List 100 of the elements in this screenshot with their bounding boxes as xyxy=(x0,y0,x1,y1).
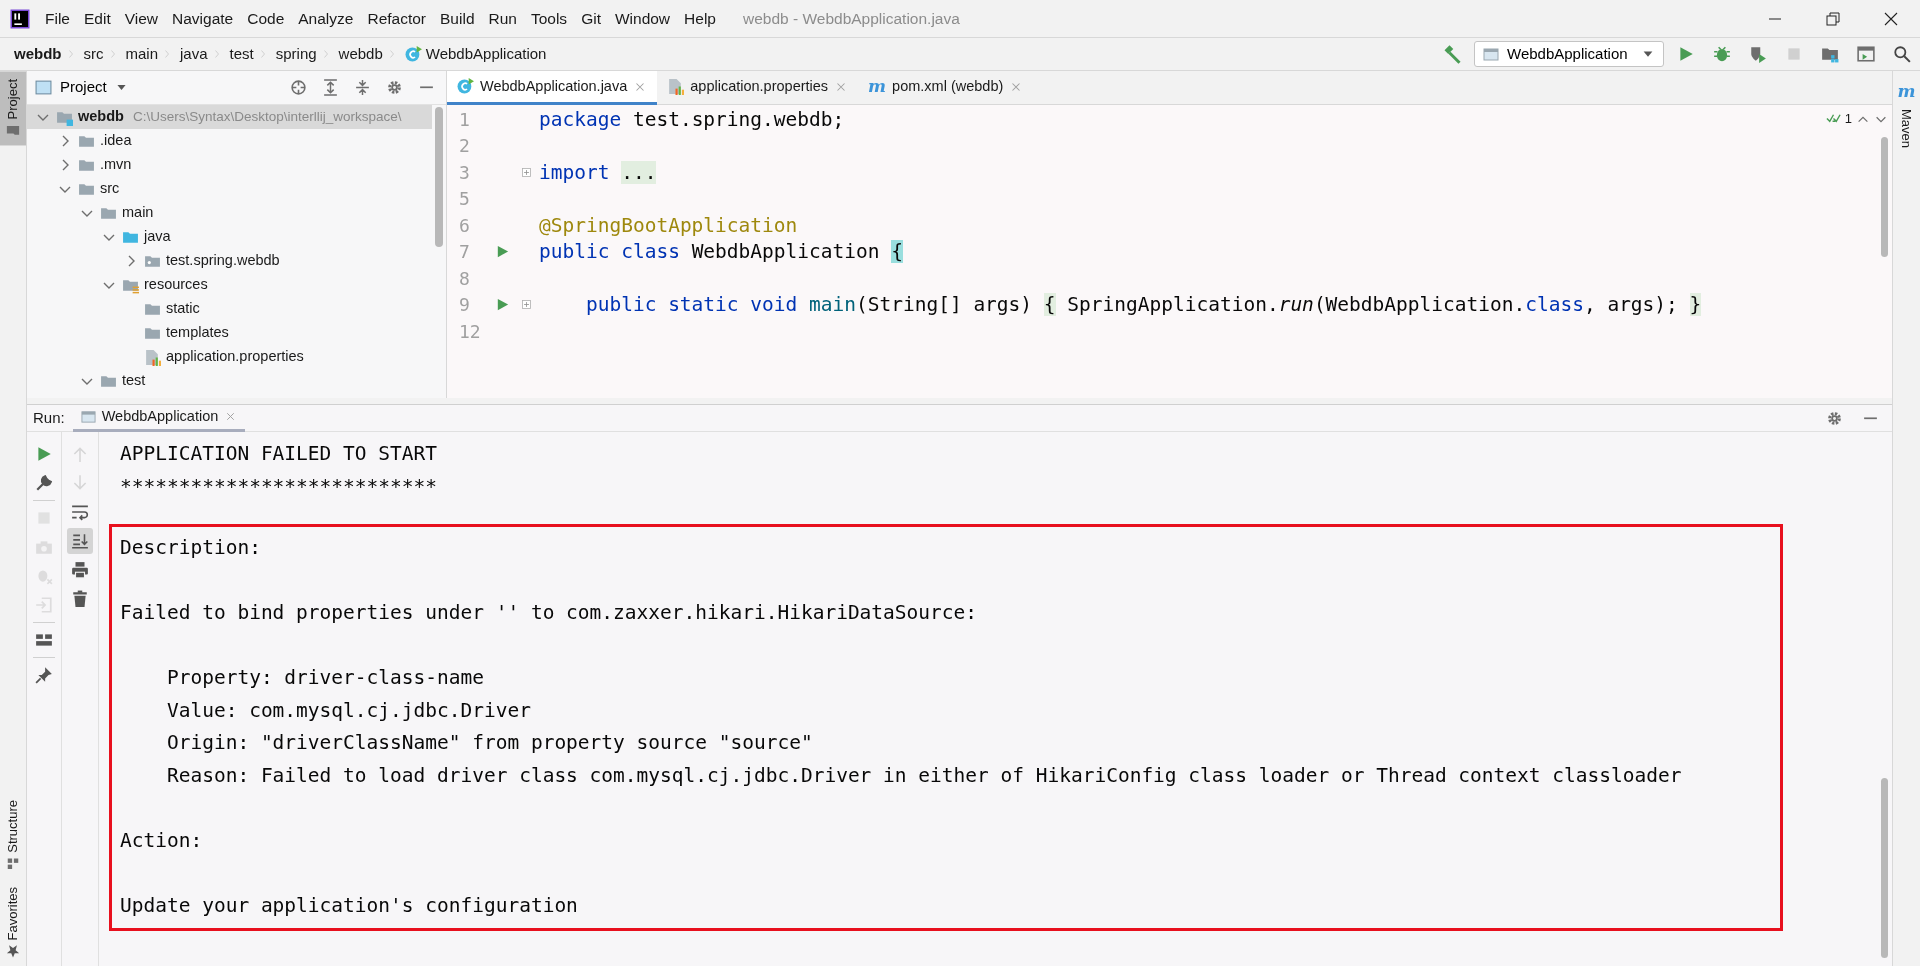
tool-window-tab[interactable]: Favorites xyxy=(0,878,26,966)
console-line: Property: driver-class-name xyxy=(165,665,485,691)
properties-file-icon xyxy=(667,78,685,95)
tool-window-tab[interactable]: Project xyxy=(0,71,26,146)
scrollbar[interactable] xyxy=(1881,778,1888,958)
tree-item[interactable]: .mvn xyxy=(27,153,432,177)
tree-item-label: test xyxy=(122,371,146,391)
tree-item-label: java xyxy=(144,227,171,247)
window-icon xyxy=(1483,46,1499,62)
restore-icon[interactable] xyxy=(1825,10,1841,27)
menu-item[interactable]: Git xyxy=(574,6,608,31)
window-icon xyxy=(35,79,52,96)
line-number: 12 xyxy=(458,319,482,344)
project-view-dropdown[interactable]: Project xyxy=(35,76,128,99)
tree-item[interactable]: .idea xyxy=(27,129,432,153)
breadcrumb-item[interactable]: src xyxy=(83,42,104,66)
tree-item[interactable]: test xyxy=(27,369,432,393)
close-icon[interactable] xyxy=(1883,10,1899,27)
code-line: @SpringBootApplication xyxy=(539,212,798,239)
menu-item[interactable]: Tools xyxy=(523,6,575,31)
scrollbar[interactable] xyxy=(1881,136,1888,257)
fold-icon[interactable] xyxy=(520,165,533,179)
breadcrumb-item[interactable]: WebdbApplication xyxy=(425,42,547,66)
folder-grid-icon[interactable] xyxy=(1821,45,1839,63)
breadcrumb-item[interactable]: webdb xyxy=(14,42,62,66)
layout-icon[interactable] xyxy=(35,631,53,649)
tab-label: pom.xml (webdb) xyxy=(892,76,1004,96)
menu-item[interactable]: Analyze xyxy=(291,6,361,31)
tree-item-label: main xyxy=(122,203,154,223)
tree-item-label: templates xyxy=(166,323,229,343)
tree-item[interactable]: main xyxy=(27,201,432,225)
menu-item[interactable]: Code xyxy=(240,6,292,31)
run-icon[interactable] xyxy=(1677,45,1695,63)
menu-item[interactable]: File xyxy=(38,6,77,31)
folder-icon xyxy=(6,123,20,138)
line-number: 1 xyxy=(458,107,471,132)
run-tab[interactable]: WebdbApplication xyxy=(72,404,246,432)
tree-item-label: .idea xyxy=(100,131,132,151)
run-icon[interactable] xyxy=(35,445,53,463)
console-line: APPLICATION FAILED TO START xyxy=(119,441,438,467)
run-icon[interactable] xyxy=(495,297,510,313)
line-number: 7 xyxy=(458,240,471,265)
run-configuration-dropdown[interactable]: WebdbApplication xyxy=(1474,41,1664,67)
menu-item[interactable]: Run xyxy=(481,6,524,31)
search-icon[interactable] xyxy=(1893,45,1911,63)
wrench-icon[interactable] xyxy=(35,474,53,492)
menu-item[interactable]: Help xyxy=(677,6,723,31)
debug-icon[interactable] xyxy=(1713,45,1731,63)
tree-item[interactable]: webdb C:\Users\Syntax\Desktop\interllij_workspace\ xyxy=(27,105,432,129)
editor-tab[interactable]: application.properties xyxy=(657,71,859,105)
hammer-icon[interactable] xyxy=(1442,44,1462,64)
shield-run-icon[interactable] xyxy=(1749,45,1767,63)
inspection-count[interactable]: 1 xyxy=(1844,109,1852,129)
breadcrumb-item[interactable]: java xyxy=(180,42,208,66)
tree-item[interactable]: test.spring.webdb xyxy=(27,249,432,273)
tree-item-label: webdb xyxy=(78,107,124,127)
line-number: 3 xyxy=(458,160,471,185)
tool-window-tab[interactable]: m Maven xyxy=(1893,71,1920,156)
maven-glyph: m xyxy=(868,74,887,98)
window-icon xyxy=(80,409,96,424)
editor-tab[interactable]: m pom.xml (webdb) xyxy=(858,71,1034,105)
console-line: Action: xyxy=(120,827,204,854)
breadcrumb-item[interactable]: test xyxy=(229,42,254,66)
tree-item[interactable]: application.properties xyxy=(27,345,432,369)
breadcrumb-item[interactable]: webdb xyxy=(338,42,383,66)
menu-item[interactable]: Edit xyxy=(77,6,118,31)
tree-item[interactable]: templates xyxy=(27,321,432,345)
console-line: Failed to bind properties under '' to com.zaxxer.hikari.HikariDataSource: xyxy=(120,600,979,626)
settings-icon[interactable] xyxy=(1825,409,1843,427)
scrollbar[interactable] xyxy=(435,107,443,247)
console-line: *************************** xyxy=(119,473,438,500)
tree-item-label: static xyxy=(166,299,200,319)
tree-item[interactable]: src xyxy=(27,177,432,201)
editor-tab[interactable]: WebdbApplication.java xyxy=(447,71,658,105)
line-number: 6 xyxy=(458,213,471,238)
collapse-all-icon[interactable] xyxy=(353,79,371,96)
menu-item[interactable]: Window xyxy=(607,6,678,31)
run-icon[interactable] xyxy=(495,244,510,260)
breadcrumb-item[interactable]: spring xyxy=(275,42,317,66)
tree-item[interactable]: static xyxy=(27,297,432,321)
tool-window-tab[interactable]: Structure xyxy=(0,791,26,879)
pin-icon[interactable] xyxy=(35,666,53,684)
line-number: 2 xyxy=(458,134,471,159)
window-run-icon[interactable] xyxy=(1857,45,1875,63)
menu-item[interactable]: Build xyxy=(433,6,482,31)
menu-item[interactable]: View xyxy=(117,6,166,31)
breadcrumb-item[interactable]: main xyxy=(125,42,158,66)
menu-item[interactable]: Navigate xyxy=(165,6,241,31)
class-icon xyxy=(404,45,422,63)
properties-file-icon xyxy=(144,348,161,366)
menu-item[interactable]: Refactor xyxy=(360,6,434,31)
window-title: webdb - WebdbApplication.java xyxy=(742,8,960,29)
tab-label: WebdbApplication xyxy=(101,406,219,426)
fold-icon[interactable] xyxy=(520,298,533,312)
settings-icon[interactable] xyxy=(385,79,403,96)
maven-glyph: m xyxy=(1897,80,1916,103)
crosshair-icon[interactable] xyxy=(289,79,307,96)
expand-all-icon[interactable] xyxy=(321,79,339,96)
tree-item[interactable]: resources xyxy=(27,273,432,297)
tree-item[interactable]: java xyxy=(27,225,432,249)
